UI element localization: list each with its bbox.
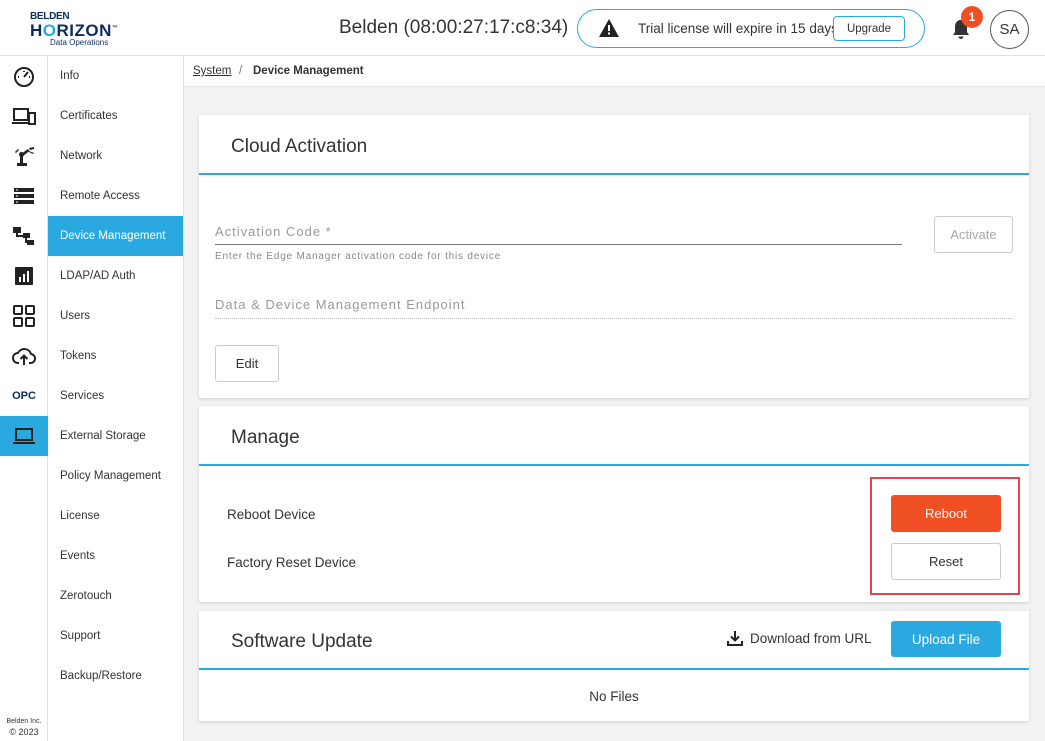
subnav-item-info[interactable]: Info	[48, 56, 183, 96]
subnav-item-remote-access[interactable]: Remote Access	[48, 176, 183, 216]
cloud-activation-card: Cloud Activation Activation Code * Enter…	[199, 115, 1029, 398]
download-from-url-link[interactable]: Download from URL	[726, 629, 872, 647]
reboot-device-label: Reboot Device	[227, 507, 316, 522]
chart-icon[interactable]	[0, 256, 48, 296]
activation-code-hint: Enter the Edge Manager activation code f…	[215, 251, 502, 262]
apps-grid-icon[interactable]	[0, 296, 48, 336]
laptop-icon[interactable]	[0, 416, 48, 456]
manage-title: Manage	[231, 427, 300, 448]
activate-button[interactable]: Activate	[934, 216, 1013, 253]
subnav-item-license[interactable]: License	[48, 496, 183, 536]
subnav-item-policy-management[interactable]: Policy Management	[48, 456, 183, 496]
subnav-item-backup-restore[interactable]: Backup/Restore	[48, 656, 183, 696]
subnav-item-services[interactable]: Services	[48, 376, 183, 416]
card-divider	[199, 668, 1029, 670]
breadcrumb-separator: /	[239, 65, 243, 77]
cloud-activation-title: Cloud Activation	[231, 136, 368, 157]
subnav-item-events[interactable]: Events	[48, 536, 183, 576]
subnav-item-tokens[interactable]: Tokens	[48, 336, 183, 376]
system-subnav: Info Certificates Network Remote Access …	[48, 56, 184, 741]
license-banner: Trial license will expire in 15 days Upg…	[577, 9, 925, 48]
cloud-upload-icon[interactable]	[0, 336, 48, 376]
hierarchy-icon[interactable]	[0, 216, 48, 256]
list-icon[interactable]	[0, 176, 48, 216]
top-header: BELDEN HORIZON™ Data Operations Belden (…	[0, 0, 1045, 56]
no-files-message: No Files	[589, 689, 639, 704]
subnav-item-zerotouch[interactable]: Zerotouch	[48, 576, 183, 616]
subnav-item-network[interactable]: Network	[48, 136, 183, 176]
activation-code-input[interactable]	[215, 244, 902, 245]
notification-badge[interactable]: 1	[961, 6, 983, 28]
edit-button[interactable]: Edit	[215, 345, 279, 382]
software-update-title: Software Update	[231, 631, 373, 652]
download-icon	[727, 631, 743, 646]
belden-horizon-logo[interactable]: BELDEN HORIZON™ Data Operations	[28, 9, 128, 49]
license-message: Trial license will expire in 15 days	[638, 21, 838, 36]
endpoint-field	[215, 318, 1013, 319]
dashboard-icon[interactable]	[0, 56, 48, 96]
icon-rail: OPC Belden Inc. © 2023	[0, 56, 48, 741]
upgrade-button[interactable]: Upgrade	[833, 16, 905, 41]
subnav-item-external-storage[interactable]: External Storage	[48, 416, 183, 456]
subnav-item-users[interactable]: Users	[48, 296, 183, 336]
factory-reset-label: Factory Reset Device	[227, 555, 357, 570]
robot-arm-icon[interactable]	[0, 136, 48, 176]
devices-icon[interactable]	[0, 96, 48, 136]
card-divider	[199, 464, 1029, 466]
breadcrumb: System / Device Management	[184, 56, 1045, 87]
highlight-box	[870, 477, 1020, 595]
user-avatar[interactable]: SA	[990, 10, 1029, 49]
upload-file-button[interactable]: Upload File	[891, 621, 1001, 657]
breadcrumb-system-link[interactable]: System	[193, 65, 231, 77]
opc-icon[interactable]: OPC	[0, 376, 48, 416]
activation-code-label: Activation Code *	[215, 224, 332, 239]
subnav-item-certificates[interactable]: Certificates	[48, 96, 183, 136]
breadcrumb-current: Device Management	[253, 65, 364, 77]
warning-icon	[599, 19, 619, 37]
device-title: Belden (08:00:27:17:c8:34)	[339, 17, 569, 38]
subnav-item-support[interactable]: Support	[48, 616, 183, 656]
subnav-item-device-management[interactable]: Device Management	[48, 216, 183, 256]
logo-tagline: Data Operations	[50, 38, 109, 47]
card-divider	[199, 173, 1029, 175]
endpoint-label: Data & Device Management Endpoint	[215, 297, 466, 312]
software-update-card: Software Update Download from URL Upload…	[199, 611, 1029, 721]
copyright-footer: Belden Inc. © 2023	[6, 718, 42, 737]
subnav-item-ldap-ad-auth[interactable]: LDAP/AD Auth	[48, 256, 183, 296]
